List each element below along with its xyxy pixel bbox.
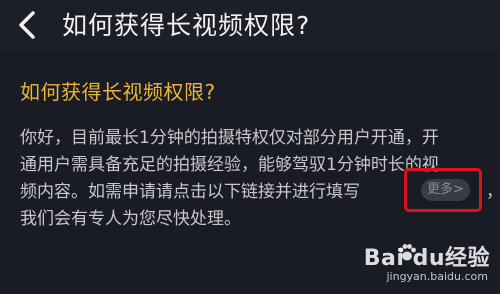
more-link-highlight: 更多> [404,168,482,212]
chevron-left-icon [19,11,35,39]
more-link-button[interactable]: 更多> [421,179,470,201]
baidu-jingyan-watermark: Bai du经验 jingyan.baidu.com [340,240,490,290]
page-title: 如何获得长视频权限? [62,11,311,40]
watermark-url: jingyan.baidu.com [386,270,488,283]
faq-answer-line: 我们会有专人为您尽快处理。 [20,209,241,229]
faq-answer-line: 频内容。如需申请请点击以下链接并进行填写 [20,182,360,202]
top-bar: 如何获得长视频权限? [0,0,500,52]
faq-answer-line: 通用户需具备充足的拍摄经验，能够驾驭1分钟时长的视 [20,155,439,175]
trailing-comma: ， [486,179,500,205]
screen: 如何获得长视频权限? 如何获得长视频权限? 你好，目前最长1分钟的拍摄特权仅对部… [0,0,500,294]
back-button[interactable] [10,8,44,42]
faq-answer-line: 你好，目前最长1分钟的拍摄特权仅对部分用户开通，开 [20,128,439,148]
faq-title: 如何获得长视频权限? [20,80,216,104]
watermark-logo: Bai du经验 [363,246,490,271]
